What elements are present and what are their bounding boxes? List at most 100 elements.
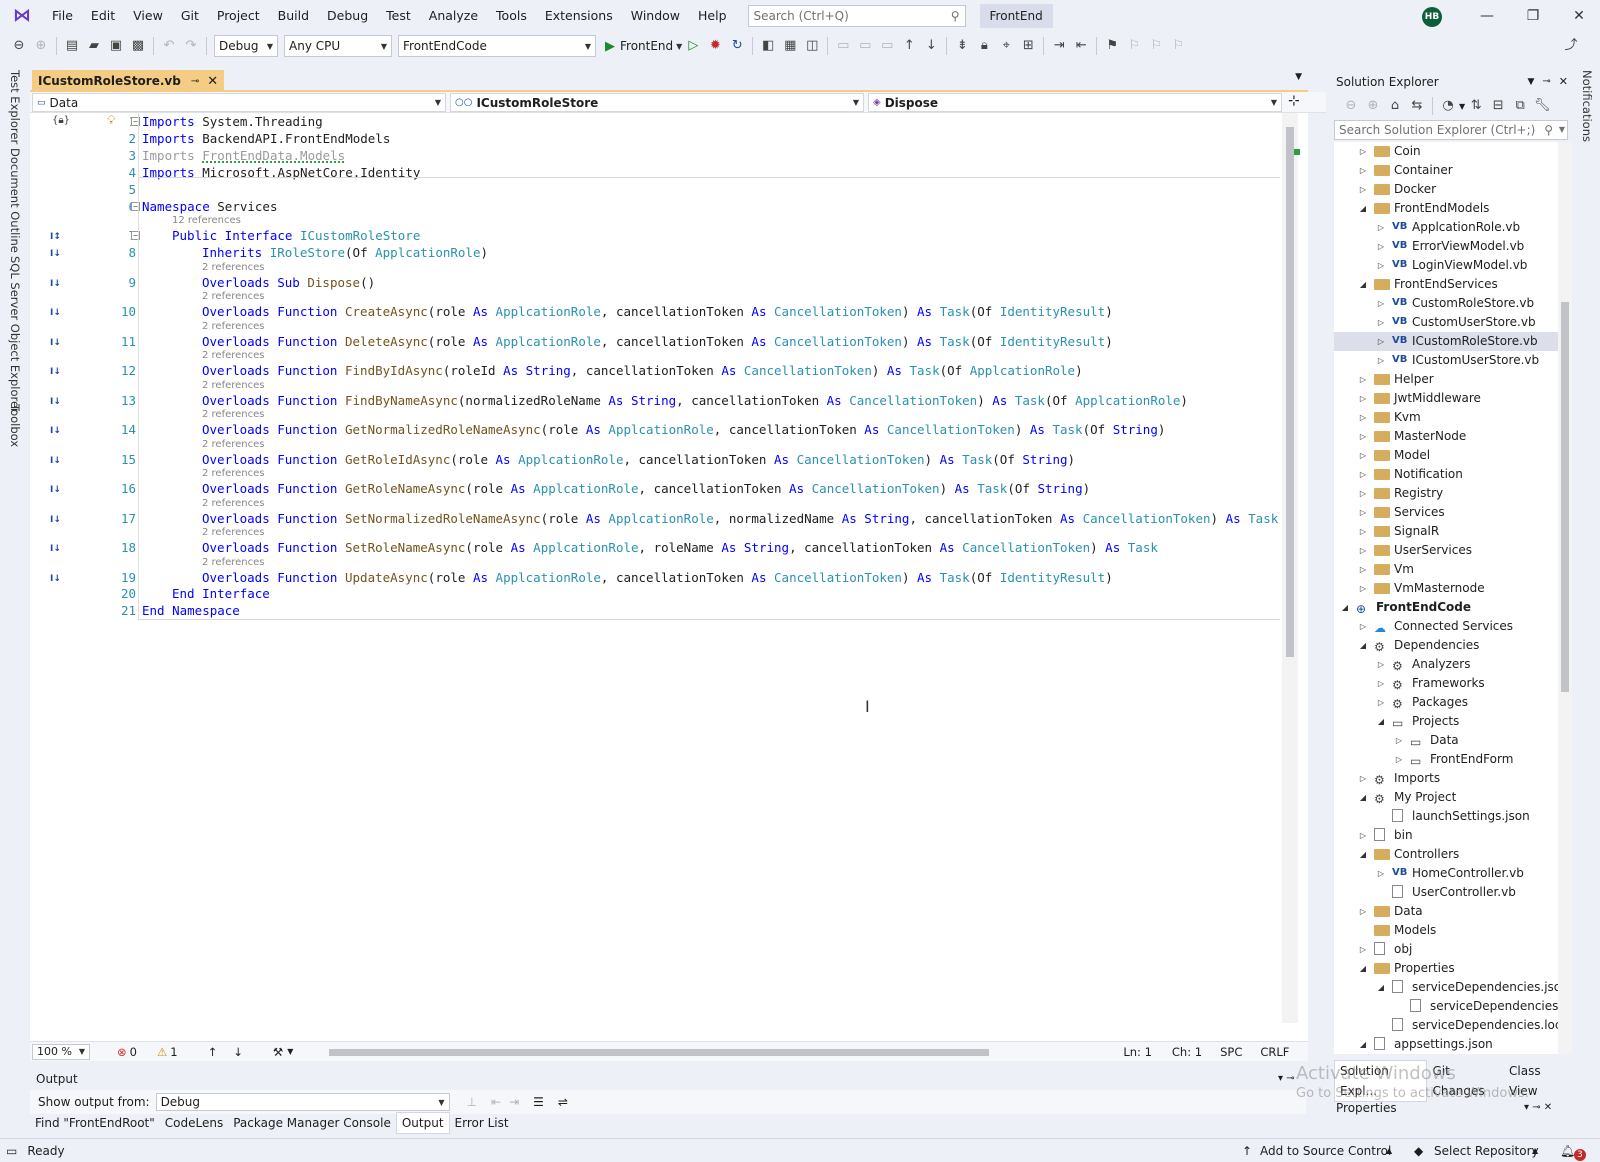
next-message-icon[interactable]: ⇥: [509, 1095, 519, 1109]
tab-overflow-icon[interactable]: ▼: [1295, 72, 1302, 82]
indent-icon[interactable]: ⇥: [1049, 36, 1069, 56]
codelens-references[interactable]: 2 references: [202, 438, 265, 451]
sql-server-object-explorer-tab[interactable]: SQL Server Object Explorer: [8, 256, 22, 413]
collapsed-arrow-icon[interactable]: ▷: [1358, 142, 1368, 161]
codelens-references[interactable]: 2 references: [202, 408, 265, 421]
select-icon[interactable]: ⌖: [996, 36, 1016, 56]
menu-project[interactable]: Project: [208, 0, 269, 32]
code-line[interactable]: 18 I↓ Overloads Function SetRoleNameAsync(…: [30, 539, 1308, 556]
document-tab[interactable]: ICustomRoleStore.vb ⊸ ✕: [32, 70, 225, 92]
tree-item[interactable]: ▷ VB HomeController.vb: [1334, 864, 1558, 883]
home-icon[interactable]: ⌂: [1385, 96, 1405, 116]
collapsed-arrow-icon[interactable]: ▷: [1358, 940, 1368, 959]
implementation-margin-icon[interactable]: I↓: [50, 423, 68, 437]
member-dropdown[interactable]: ◈ Dispose ▼: [868, 93, 1282, 112]
minimize-button[interactable]: —: [1464, 0, 1510, 32]
collapsed-arrow-icon[interactable]: ▷: [1376, 864, 1386, 883]
collapsed-arrow-icon[interactable]: ▷: [1376, 674, 1386, 693]
implementation-margin-icon[interactable]: I↓: [50, 453, 68, 467]
arrow-up-icon[interactable]: ↑: [899, 36, 919, 56]
code-editor[interactable]: 1−Imports System.Threading2 Imports Backe…: [30, 113, 1308, 1041]
chevron-down-icon[interactable]: ▼: [1559, 121, 1565, 139]
tree-item[interactable]: ◢ FrontEndModels: [1334, 199, 1558, 218]
solution-platform-dropdown[interactable]: Any CPU ▼: [284, 35, 392, 57]
previous-issue-icon[interactable]: ↑: [208, 1045, 218, 1059]
error-icon[interactable]: ⊗: [117, 1045, 127, 1059]
expanded-arrow-icon[interactable]: ◢: [1340, 598, 1350, 617]
tree-item[interactable]: ▷ Registry: [1334, 484, 1558, 503]
code-line[interactable]: 1−Imports System.Threading: [30, 113, 1308, 130]
lightbulb-icon[interactable]: 💡︎: [107, 113, 115, 128]
implementation-margin-icon[interactable]: I↓: [50, 246, 68, 260]
back-icon[interactable]: ⊖: [1341, 96, 1361, 116]
tree-item[interactable]: ▷ VB ICustomRoleStore.vb: [1334, 332, 1558, 351]
collapsed-arrow-icon[interactable]: ▷: [1358, 579, 1368, 598]
window-layout-icon[interactable]: ◫: [802, 36, 822, 56]
expanded-arrow-icon[interactable]: ◢: [1358, 199, 1368, 218]
menu-help[interactable]: Help: [689, 0, 736, 32]
tree-item[interactable]: ▷ ⚙ Imports: [1334, 769, 1558, 788]
properties-icon[interactable]: 🔧︎: [1532, 96, 1552, 116]
tree-item[interactable]: launchSettings.json: [1334, 807, 1558, 826]
collapsed-arrow-icon[interactable]: ▷: [1358, 427, 1368, 446]
tree-item[interactable]: ▷ UserServices: [1334, 541, 1558, 560]
open-folder-icon[interactable]: ▰: [84, 36, 104, 56]
add-to-source-control-button[interactable]: Add to Source Control: [1260, 1144, 1391, 1158]
comment-icon[interactable]: ▭: [833, 36, 853, 56]
close-tab-icon[interactable]: ✕: [207, 74, 218, 89]
show-all-files-icon[interactable]: ⧉: [1510, 96, 1530, 116]
tree-item[interactable]: ▷ VB CustomUserStore.vb: [1334, 313, 1558, 332]
tree-item[interactable]: ▷ ▭ Data: [1334, 731, 1558, 750]
code-line[interactable]: 13 I↓ Overloads Function FindByNameAsync(n…: [30, 392, 1308, 409]
code-line[interactable]: 5: [30, 181, 1308, 198]
implementation-margin-icon[interactable]: I↓: [50, 482, 68, 496]
output-source-dropdown[interactable]: Debug ▼: [155, 1093, 450, 1111]
codelens-references[interactable]: 2 references: [202, 526, 265, 539]
codelens-tab[interactable]: CodeLens: [160, 1113, 228, 1133]
tree-item[interactable]: ▷ bin: [1334, 826, 1558, 845]
solution-explorer-scrollbar[interactable]: [1558, 142, 1572, 1054]
tree-item[interactable]: ◢ serviceDependencies.json: [1334, 978, 1558, 997]
sync-icon[interactable]: ⇅: [1466, 96, 1486, 116]
codelens-references[interactable]: 2 references: [202, 261, 265, 274]
codelens-references[interactable]: 2 references: [202, 467, 265, 480]
collapsed-arrow-icon[interactable]: ▷: [1376, 313, 1386, 332]
refresh-icon[interactable]: ↻: [727, 36, 747, 56]
pin-icon[interactable]: ⊸: [191, 76, 199, 87]
collapsed-arrow-icon[interactable]: ▷: [1358, 408, 1368, 427]
new-project-icon[interactable]: ▤: [62, 36, 82, 56]
toolbox-tab[interactable]: Toolbox: [8, 404, 22, 447]
tree-item[interactable]: ▷ Vm: [1334, 560, 1558, 579]
expanded-arrow-icon[interactable]: ◢: [1358, 788, 1368, 807]
start-without-debugging-icon[interactable]: ▷: [683, 36, 703, 56]
code-line[interactable]: 14 I↓ Overloads Function GetNormalizedRole…: [30, 421, 1308, 438]
back-icon[interactable]: ⊖: [9, 36, 29, 56]
collapsed-arrow-icon[interactable]: ▷: [1358, 769, 1368, 788]
notification-bell-icon[interactable]: 🔔︎: [1560, 1144, 1575, 1158]
implementation-margin-icon[interactable]: I↓: [50, 571, 68, 585]
uncomment-icon[interactable]: ▭: [855, 36, 875, 56]
chevron-down-icon[interactable]: ▼: [287, 1047, 293, 1056]
menu-file[interactable]: File: [43, 0, 82, 32]
close-panel-icon[interactable]: ✕: [1559, 72, 1568, 92]
collapsed-arrow-icon[interactable]: ▷: [1394, 750, 1404, 769]
tree-item[interactable]: ▷ JwtMiddleware: [1334, 389, 1558, 408]
zoom-dropdown[interactable]: 100 % ▼: [32, 1043, 90, 1060]
collapse-all-icon[interactable]: ⊟: [1488, 96, 1508, 116]
whitespace-indicator[interactable]: SPC: [1220, 1045, 1242, 1059]
type-dropdown[interactable]: ○○ ICustomRoleStore ▼: [450, 93, 864, 112]
pin-icon[interactable]: ▾ ⊸: [1278, 1068, 1295, 1090]
menu-window[interactable]: Window: [622, 0, 689, 32]
menu-debug[interactable]: Debug: [318, 0, 377, 32]
bookmark-remove-icon[interactable]: ⚐: [1168, 36, 1188, 56]
tree-item[interactable]: ▷ Helper: [1334, 370, 1558, 389]
forward-icon[interactable]: ⊕: [31, 36, 51, 56]
warning-icon[interactable]: ⚠: [157, 1045, 167, 1059]
tree-item[interactable]: ▷ VB ApplcationRole.vb: [1334, 218, 1558, 237]
tree-item[interactable]: ▷ ▭ FrontEndForm: [1334, 750, 1558, 769]
live-share-icon[interactable]: ⤴: [1561, 36, 1581, 56]
tree-item[interactable]: ◢ appsettings.json: [1334, 1035, 1558, 1054]
code-line[interactable]: 21 End Namespace: [30, 602, 1308, 619]
tree-item[interactable]: ▷ ⚙ Analyzers: [1334, 655, 1558, 674]
forward-icon[interactable]: ⊕: [1363, 96, 1383, 116]
